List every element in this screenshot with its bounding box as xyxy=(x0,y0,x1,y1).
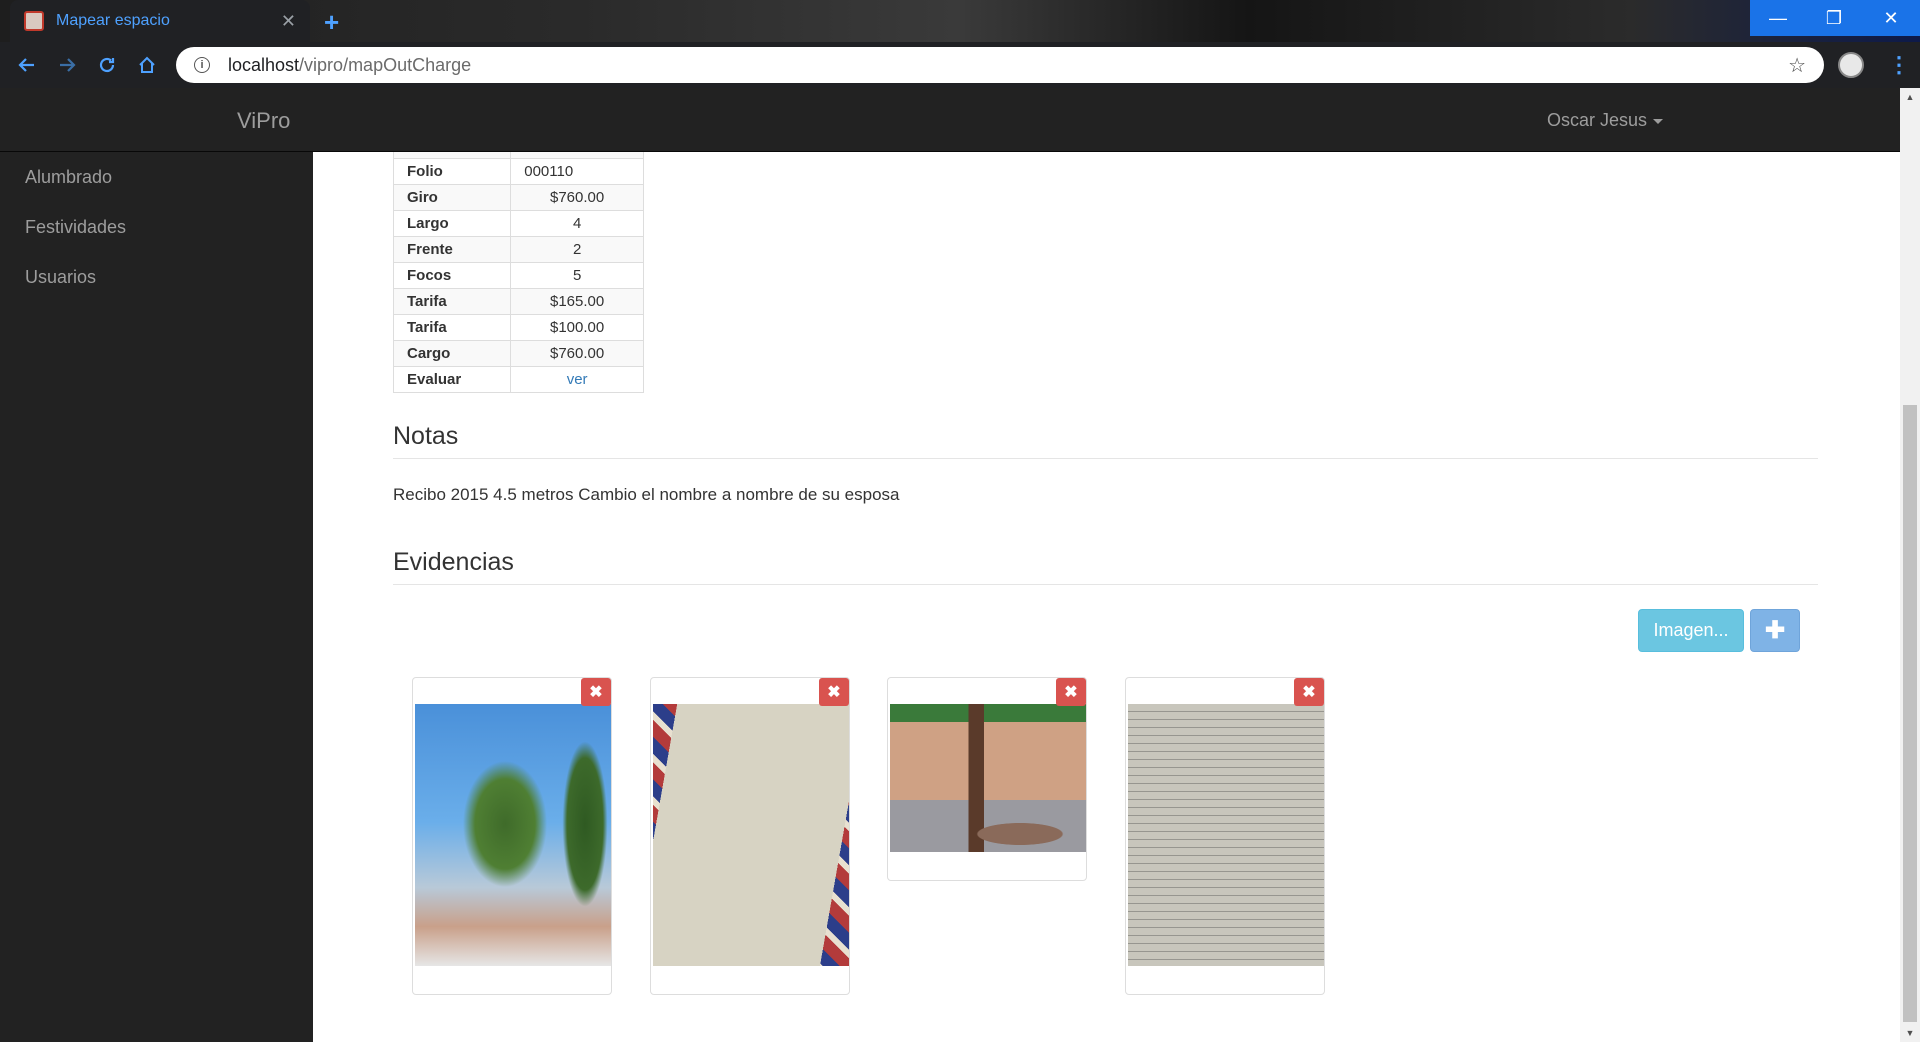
site-info-icon[interactable]: i xyxy=(194,57,210,73)
row-label: Frente xyxy=(392,236,512,263)
row-value: $100.00 xyxy=(510,314,644,341)
browser-toolbar: i localhost/vipro/mapOutCharge ☆ ⋮ xyxy=(0,42,1920,88)
tab-title: Mapear espacio xyxy=(56,12,170,29)
new-tab-button[interactable]: + xyxy=(324,7,339,38)
browser-titlebar: Mapear espacio ✕ + — ❐ ✕ xyxy=(0,0,1920,42)
minimize-button[interactable]: — xyxy=(1750,0,1806,36)
row-label: Evaluar xyxy=(392,366,512,393)
browser-menu-icon[interactable]: ⋮ xyxy=(1888,52,1910,78)
table-row: Largo 4 xyxy=(392,210,644,237)
delete-icon[interactable]: ✖ xyxy=(1294,678,1324,706)
delete-icon[interactable]: ✖ xyxy=(819,678,849,706)
sidebar-item-usuarios[interactable]: Usuarios xyxy=(0,252,313,302)
upload-image-button[interactable]: Imagen... xyxy=(1638,609,1744,652)
address-bar[interactable]: i localhost/vipro/mapOutCharge ☆ xyxy=(176,47,1824,83)
url-text: localhost/vipro/mapOutCharge xyxy=(228,55,1788,76)
tree-photo xyxy=(415,704,611,966)
row-value: $760.00 xyxy=(510,340,644,367)
receipt-photo xyxy=(653,704,849,966)
row-value: 2 xyxy=(510,236,644,263)
sidebar-item-festividades[interactable]: Festividades xyxy=(0,202,313,252)
delete-icon[interactable]: ✖ xyxy=(1056,678,1086,706)
caret-down-icon xyxy=(1653,118,1664,124)
add-evidence-button[interactable]: ✚ xyxy=(1750,609,1800,652)
delete-icon[interactable]: ✖ xyxy=(581,678,611,706)
evidence-thumbnail[interactable]: ✖ xyxy=(1125,677,1325,995)
evidence-heading: Evidencias xyxy=(393,548,514,576)
row-label: Largo xyxy=(392,210,512,237)
sidebar-item-alumbrado[interactable]: Alumbrado xyxy=(0,152,313,202)
document-photo xyxy=(1128,704,1324,966)
row-value: 4 xyxy=(510,210,644,237)
row-label: Cargo xyxy=(392,340,512,367)
sidebar: Alumbrado Festividades Usuarios xyxy=(0,152,313,1042)
row-label: Tarifa xyxy=(392,288,512,315)
favicon-icon xyxy=(24,11,44,31)
notes-heading: Notas xyxy=(393,422,459,450)
forward-icon[interactable] xyxy=(52,50,82,80)
details-table: Folio 000110 Giro $760.00 Largo 4 Frente… xyxy=(392,152,644,393)
evidence-thumbnail[interactable]: ✖ xyxy=(412,677,612,995)
row-label: Folio xyxy=(392,158,512,185)
row-label: Tarifa xyxy=(392,314,512,341)
row-label: Focos xyxy=(392,262,512,289)
evidence-thumbnail[interactable]: ✖ xyxy=(887,677,1087,881)
scroll-down-icon[interactable]: ▼ xyxy=(1903,1028,1917,1040)
table-row: Frente 2 xyxy=(392,236,644,263)
divider xyxy=(393,458,1818,459)
profile-avatar-icon[interactable] xyxy=(1838,52,1864,78)
table-row: Focos 5 xyxy=(392,262,644,289)
row-value: 5 xyxy=(510,262,644,289)
app-navbar: ViPro Oscar Jesus xyxy=(0,88,1900,152)
table-row: Cargo $760.00 xyxy=(392,340,644,367)
table-row: Folio 000110 xyxy=(392,158,644,185)
back-icon[interactable] xyxy=(12,50,42,80)
home-icon[interactable] xyxy=(132,50,162,80)
url-path: /vipro/mapOutCharge xyxy=(299,54,472,75)
main-content: Folio 000110 Giro $760.00 Largo 4 Frente… xyxy=(313,152,1900,1042)
user-name: Oscar Jesus xyxy=(1547,110,1648,130)
evidence-thumbnail[interactable]: ✖ xyxy=(650,677,850,995)
table-row: Tarifa $100.00 xyxy=(392,314,644,341)
table-row: Tarifa $165.00 xyxy=(392,288,644,315)
url-host: localhost xyxy=(228,54,300,75)
restore-button[interactable]: ❐ xyxy=(1806,0,1862,36)
table-row: Giro $760.00 xyxy=(392,184,644,211)
scroll-up-icon[interactable]: ▲ xyxy=(1903,92,1917,104)
scrollbar-thumb[interactable] xyxy=(1903,405,1917,1022)
table-row: Evaluar ver xyxy=(392,366,644,393)
notes-text: Recibo 2015 4.5 metros Cambio el nombre … xyxy=(393,485,900,504)
row-value: $760.00 xyxy=(510,184,644,211)
building-photo xyxy=(890,704,1086,852)
reload-icon[interactable] xyxy=(92,50,122,80)
divider xyxy=(393,584,1818,585)
tab-close-icon[interactable]: ✕ xyxy=(281,11,296,32)
brand-logo[interactable]: ViPro xyxy=(237,108,290,134)
row-value: 000110 xyxy=(510,158,644,185)
user-menu[interactable]: Oscar Jesus xyxy=(1547,110,1664,131)
evaluar-ver-link[interactable]: ver xyxy=(567,371,588,388)
row-value: $165.00 xyxy=(510,288,644,315)
bookmark-star-icon[interactable]: ☆ xyxy=(1788,53,1806,78)
row-value: ver xyxy=(510,366,644,393)
browser-tab[interactable]: Mapear espacio ✕ xyxy=(10,0,310,42)
close-window-button[interactable]: ✕ xyxy=(1862,0,1920,36)
row-label: Giro xyxy=(392,184,512,211)
